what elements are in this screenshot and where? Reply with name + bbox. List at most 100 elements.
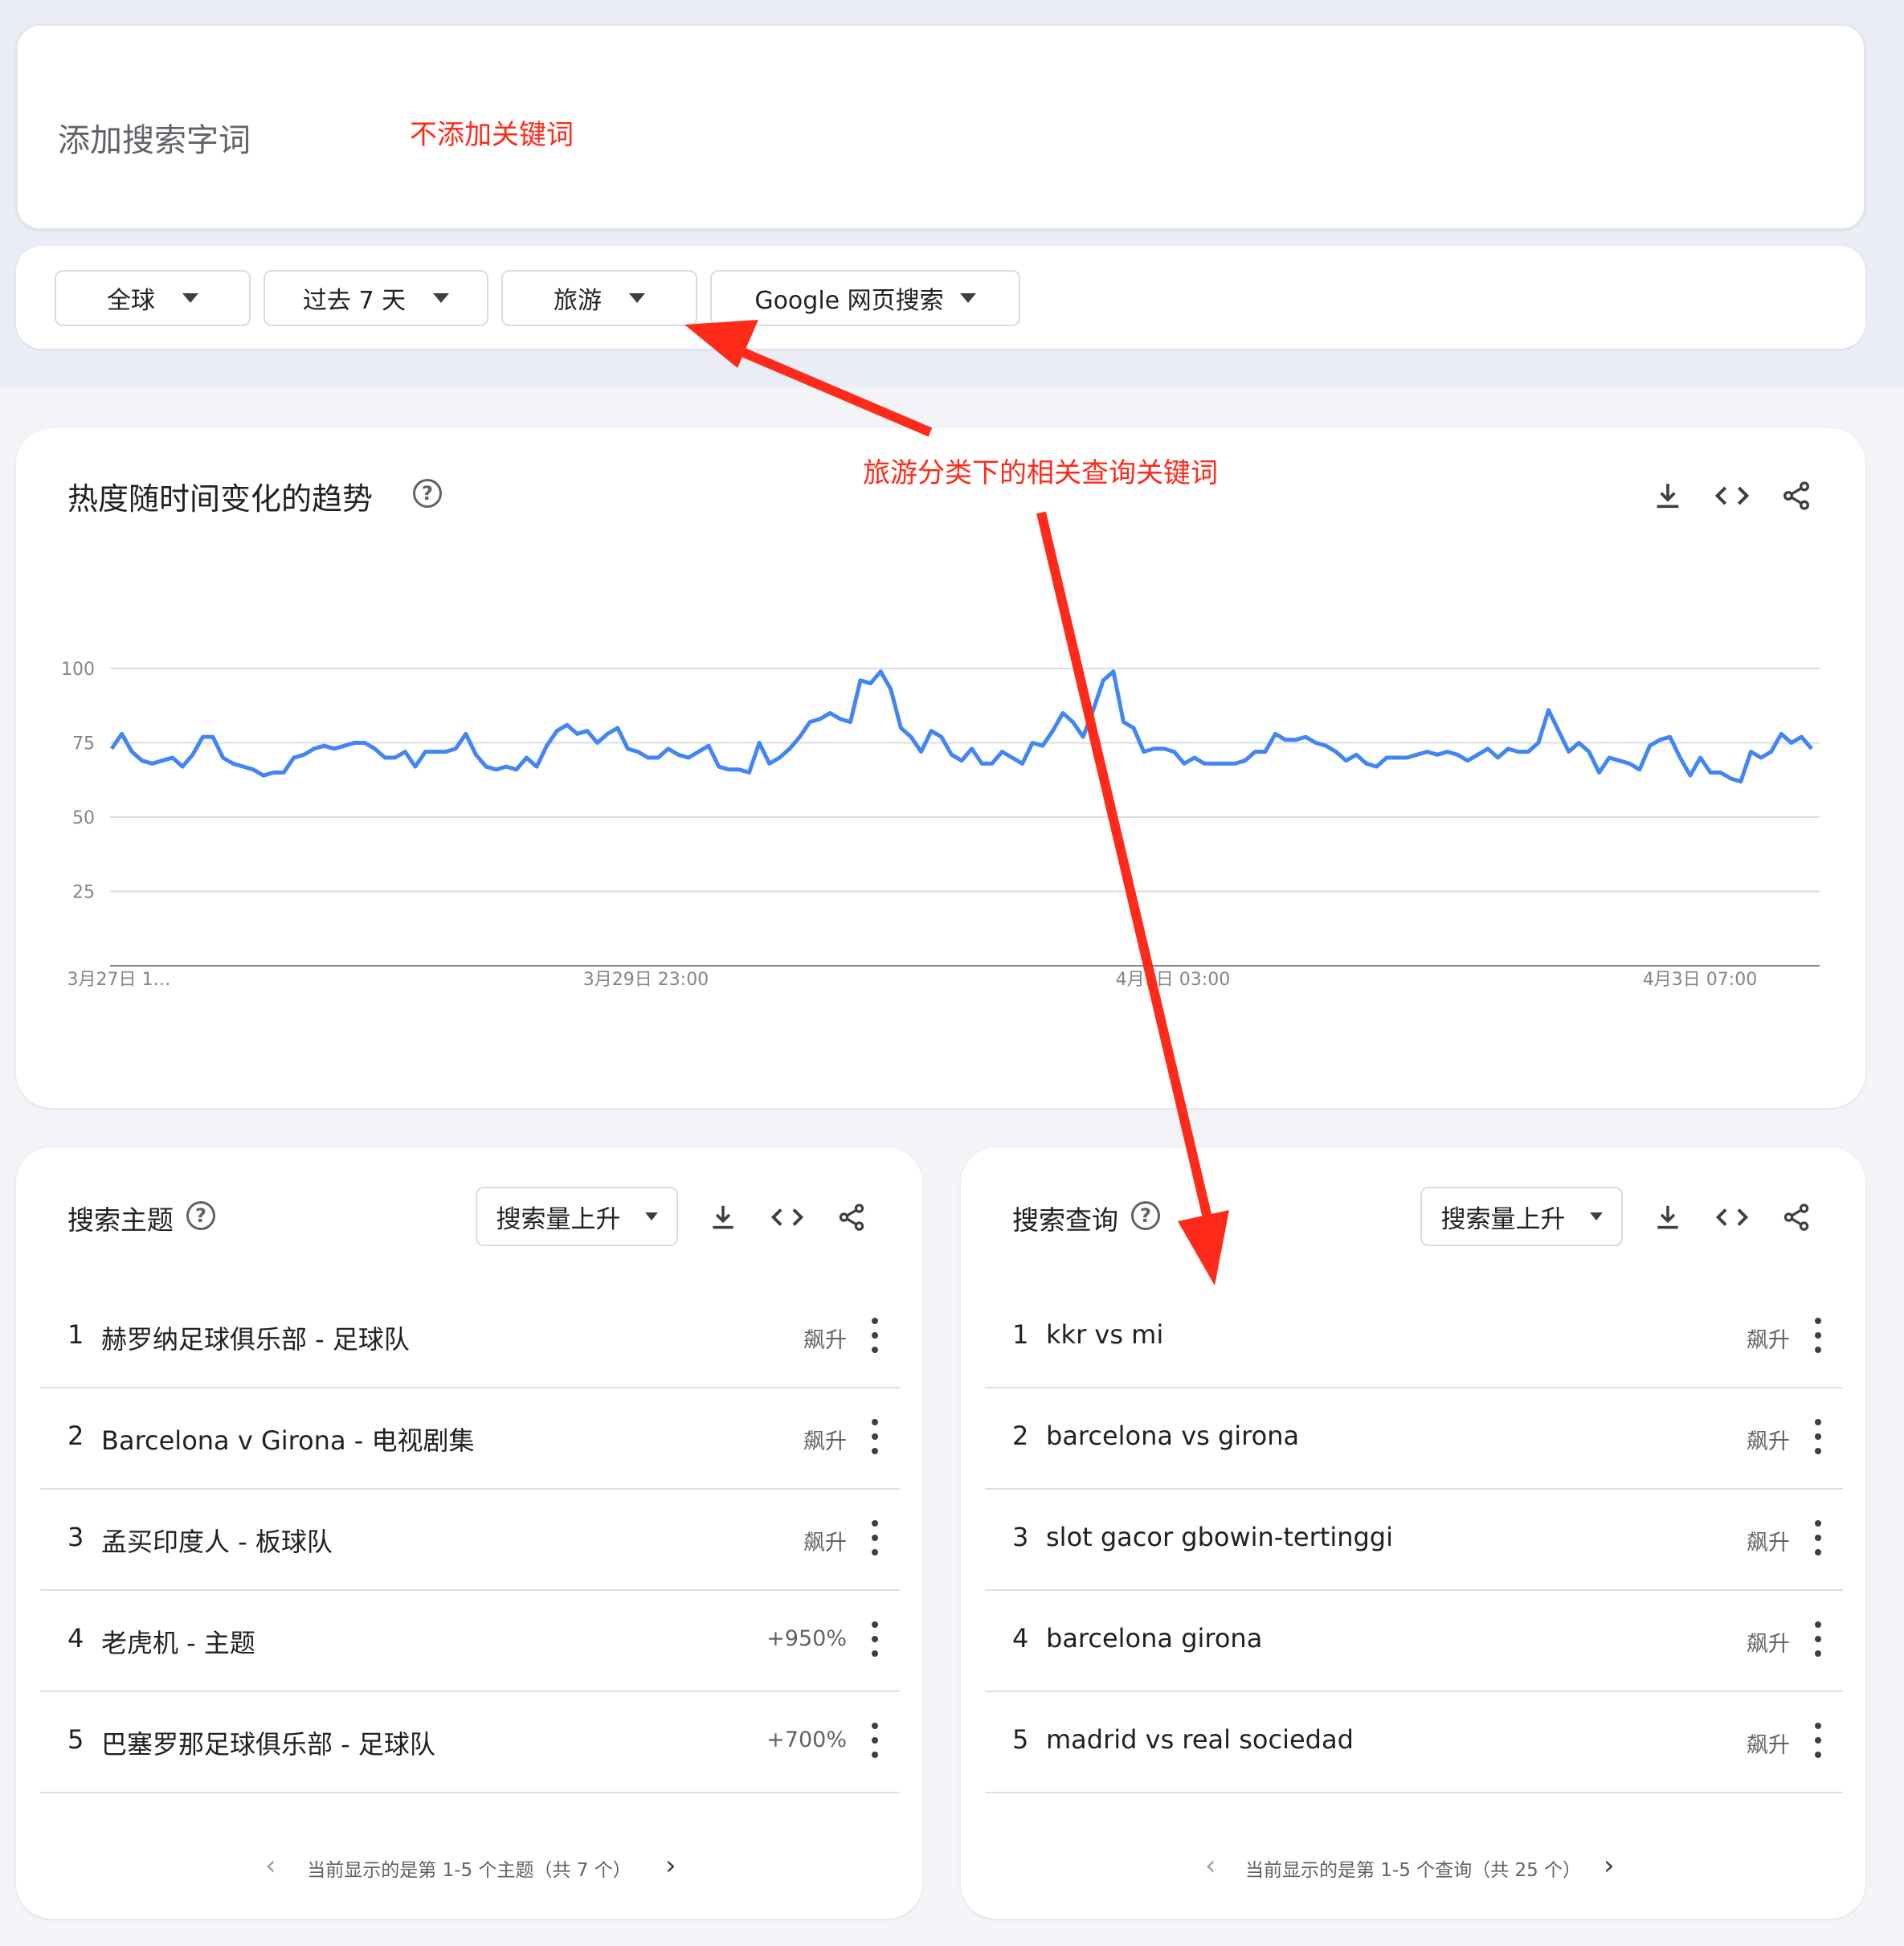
list-item[interactable]: 3 孟买印度人 - 板球队 飙升 <box>40 1490 900 1591</box>
topic-label[interactable]: 孟买印度人 - 板球队 <box>101 1522 333 1559</box>
rank: 4 <box>67 1623 84 1654</box>
more-vert-icon[interactable] <box>863 1419 887 1454</box>
region-filter-label: 全球 <box>107 287 155 315</box>
topic-label[interactable]: Barcelona v Girona - 电视剧集 <box>101 1421 474 1457</box>
growth-value: 飙升 <box>803 1531 847 1556</box>
queries-sort-label: 搜索量上升 <box>1440 1204 1566 1234</box>
filter-bar: 全球 过去 7 天 旅游 Google 网页搜索 <box>16 246 1865 349</box>
query-label[interactable]: slot gacor gbowin-tertinggi <box>1046 1522 1393 1552</box>
y-tick-label: 50 <box>72 808 95 828</box>
query-label[interactable]: kkr vs mi <box>1046 1319 1163 1350</box>
list-item[interactable]: 1 kkr vs mi 飙升 <box>985 1287 1843 1388</box>
rank: 5 <box>67 1724 84 1755</box>
share-icon[interactable] <box>832 1198 871 1237</box>
topic-label[interactable]: 赫罗纳足球俱乐部 - 足球队 <box>101 1319 410 1356</box>
trend-line-chart: 100 75 50 25 3月27日 1… 3月29日 23:00 4月1日 03:00 4月… <box>61 660 1820 990</box>
growth-value: 飙升 <box>803 1328 847 1353</box>
interest-over-time-card: 热度随时间变化的趋势 ? 100 75 50 25 3月27日 1… 3月29日 23:0… <box>16 428 1865 1108</box>
list-item[interactable]: 1 赫罗纳足球俱乐部 - 足球队 飙升 <box>40 1287 900 1388</box>
topics-title: 搜索主题 <box>67 1204 174 1236</box>
query-label[interactable]: barcelona vs girona <box>1046 1421 1299 1451</box>
queries-sort-dropdown[interactable]: 搜索量上升 <box>1420 1187 1623 1246</box>
dropdown-arrow-icon <box>629 293 645 303</box>
growth-value: 飙升 <box>1747 1733 1790 1758</box>
download-icon[interactable] <box>704 1198 742 1237</box>
x-tick-label: 4月3日 07:00 <box>1643 970 1757 990</box>
help-icon[interactable]: ? <box>186 1201 215 1230</box>
growth-value: 飙升 <box>1747 1632 1790 1657</box>
search-property-filter-label: Google 网页搜索 <box>754 287 944 315</box>
rank: 3 <box>1012 1522 1029 1552</box>
list-item[interactable]: 2 barcelona vs girona 飙升 <box>985 1388 1843 1490</box>
chevron-right-icon[interactable]: › <box>1604 1850 1615 1882</box>
growth-value: 飙升 <box>803 1429 847 1454</box>
queries-title: 搜索查询 <box>1012 1204 1118 1236</box>
topic-label[interactable]: 老虎机 - 主题 <box>101 1623 255 1660</box>
annotation-category-related: 旅游分类下的相关查询关键词 <box>863 457 1218 489</box>
more-vert-icon[interactable] <box>863 1520 887 1556</box>
y-tick-label: 100 <box>61 660 95 680</box>
annotation-no-keyword: 不添加关键词 <box>410 119 574 151</box>
more-vert-icon[interactable] <box>1806 1419 1830 1454</box>
query-label[interactable]: barcelona girona <box>1046 1623 1262 1654</box>
more-vert-icon[interactable] <box>1806 1723 1830 1758</box>
topics-pagination-text: 当前显示的是第 1-5 个主题（共 7 个） <box>307 1860 631 1881</box>
rank: 4 <box>1012 1623 1029 1654</box>
list-item[interactable]: 5 巴塞罗那足球俱乐部 - 足球队 +700% <box>40 1692 900 1793</box>
y-tick-label: 25 <box>72 883 95 903</box>
category-filter-label: 旅游 <box>554 287 602 315</box>
topic-label[interactable]: 巴塞罗那足球俱乐部 - 足球队 <box>101 1724 435 1761</box>
rank: 2 <box>1012 1421 1029 1451</box>
list-item[interactable]: 3 slot gacor gbowin-tertinggi 飙升 <box>985 1490 1843 1591</box>
dropdown-arrow-icon <box>644 1212 658 1220</box>
list-item[interactable]: 4 barcelona girona 飙升 <box>985 1591 1843 1692</box>
y-tick-label: 75 <box>72 734 95 754</box>
x-tick-label: 3月29日 23:00 <box>583 970 709 990</box>
share-icon[interactable] <box>1777 1198 1816 1237</box>
time-filter-button[interactable]: 过去 7 天 <box>264 270 488 326</box>
more-vert-icon[interactable] <box>863 1621 887 1657</box>
dropdown-arrow-icon <box>182 293 198 303</box>
topics-sort-dropdown[interactable]: 搜索量上升 <box>476 1187 678 1246</box>
more-vert-icon[interactable] <box>1806 1318 1830 1353</box>
more-vert-icon[interactable] <box>1806 1520 1830 1556</box>
growth-value: +700% <box>766 1727 847 1752</box>
download-icon[interactable] <box>1649 1198 1687 1237</box>
growth-value: 飙升 <box>1747 1429 1790 1454</box>
more-vert-icon[interactable] <box>863 1723 887 1758</box>
x-tick-label: 3月27日 1… <box>67 970 171 990</box>
chevron-right-icon[interactable]: › <box>665 1850 676 1882</box>
growth-value: +950% <box>766 1626 847 1651</box>
list-item[interactable]: 5 madrid vs real sociedad 飙升 <box>985 1692 1843 1793</box>
more-vert-icon[interactable] <box>863 1318 887 1353</box>
rank: 1 <box>67 1319 84 1350</box>
growth-value: 飙升 <box>1747 1328 1790 1353</box>
embed-code-icon[interactable] <box>1713 1198 1751 1237</box>
more-vert-icon[interactable] <box>1806 1621 1830 1657</box>
dropdown-arrow-icon <box>959 293 976 303</box>
list-item[interactable]: 2 Barcelona v Girona - 电视剧集 飙升 <box>40 1388 900 1490</box>
region-filter-button[interactable]: 全球 <box>55 270 251 326</box>
add-search-term-input[interactable]: 添加搜索字词 <box>58 114 251 161</box>
rank: 3 <box>67 1522 84 1552</box>
search-terms-card: 添加搜索字词 不添加关键词 <box>16 24 1865 230</box>
related-queries-card: 搜索查询 ? 搜索量上升 1 kkr vs mi 飙升 2 barcelona … <box>961 1147 1865 1919</box>
rank: 1 <box>1012 1319 1029 1350</box>
topics-sort-label: 搜索量上升 <box>496 1204 621 1234</box>
growth-value: 飙升 <box>1747 1531 1790 1556</box>
time-filter-label: 过去 7 天 <box>302 287 407 315</box>
related-topics-card: 搜索主题 ? 搜索量上升 1 赫罗纳足球俱乐部 - 足球队 飙升 2 Barce… <box>16 1147 922 1919</box>
dropdown-arrow-icon <box>1589 1212 1603 1220</box>
embed-code-icon[interactable] <box>768 1198 807 1237</box>
list-item[interactable]: 4 老虎机 - 主题 +950% <box>40 1591 900 1692</box>
x-tick-label: 4月1日 03:00 <box>1116 970 1230 990</box>
dropdown-arrow-icon <box>433 293 450 303</box>
query-label[interactable]: madrid vs real sociedad <box>1046 1724 1354 1755</box>
category-filter-button[interactable]: 旅游 <box>501 270 697 326</box>
rank: 5 <box>1012 1724 1029 1755</box>
trend-series-line[interactable] <box>109 669 1813 784</box>
search-property-filter-button[interactable]: Google 网页搜索 <box>710 270 1020 326</box>
help-icon[interactable]: ? <box>1131 1201 1160 1230</box>
queries-pagination-text: 当前显示的是第 1-5 个查询（共 25 个） <box>1244 1860 1582 1881</box>
rank: 2 <box>67 1421 84 1451</box>
